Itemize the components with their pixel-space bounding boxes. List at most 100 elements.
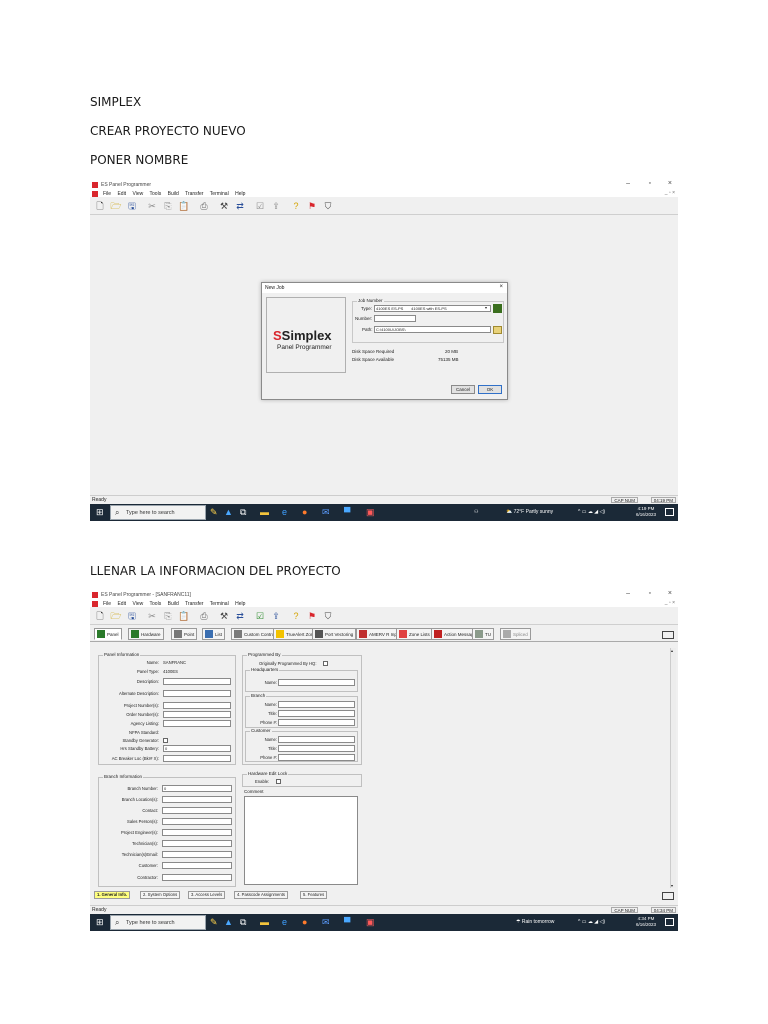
hq-name-input[interactable]	[278, 679, 355, 686]
check-icon[interactable]: ☑	[254, 200, 266, 212]
technician-input[interactable]	[162, 840, 232, 847]
taskbar-search-box[interactable]: ⌕ Type here to search	[110, 505, 206, 520]
browse-type-icon[interactable]	[493, 304, 502, 313]
menu-terminal[interactable]: Terminal	[210, 601, 229, 607]
tab-passcode-assignments[interactable]: 4. Passcode Assignments	[234, 891, 288, 899]
windows-start-icon[interactable]: ⊞	[96, 508, 104, 517]
maximize-icon[interactable]: ▫	[649, 180, 651, 187]
dialog-close-icon[interactable]: ×	[499, 284, 503, 290]
sales-person-input[interactable]	[162, 818, 232, 825]
contractor-input[interactable]	[162, 874, 232, 881]
app-icon-taskbar[interactable]: ▀	[344, 508, 350, 517]
app-icon-taskbar[interactable]: ▀	[344, 918, 350, 927]
alternate-description-input[interactable]	[163, 690, 231, 697]
open-folder-icon[interactable]: 🗁	[110, 610, 122, 622]
taskbar-clock[interactable]: 4:34 PM 6/16/2023	[636, 916, 656, 928]
firefox-icon[interactable]: ●	[302, 508, 307, 517]
customer-title-input[interactable]	[278, 745, 355, 752]
tab-access-levels[interactable]: 3. Access Levels	[188, 891, 226, 899]
comment-textarea[interactable]	[244, 796, 358, 885]
tab-features[interactable]: 5. Features	[300, 891, 328, 899]
tab-port-vectoring[interactable]: Port Vectoring	[312, 628, 357, 640]
menu-transfer[interactable]: Transfer	[185, 601, 203, 607]
file-explorer-icon[interactable]: ▬	[260, 508, 269, 517]
browse-folder-icon[interactable]	[493, 326, 502, 334]
panel-programmer-taskbar-icon[interactable]: ▣	[366, 918, 375, 927]
menu-tools[interactable]: Tools	[150, 191, 162, 197]
tab-point[interactable]: Point	[171, 628, 198, 640]
vertical-scrollbar[interactable]: ▴ ▾	[670, 648, 676, 888]
menu-tools[interactable]: Tools	[150, 601, 162, 607]
system-tray-icons[interactable]: ^ ▭ ☁ ◢ ◁)	[578, 919, 605, 925]
transfer-icon[interactable]: ⇄	[234, 200, 246, 212]
description-input[interactable]	[163, 678, 231, 685]
mdi-controls[interactable]: _ ▫ ×	[665, 190, 675, 196]
cut-icon[interactable]: ✂	[146, 200, 158, 212]
menu-terminal[interactable]: Terminal	[210, 191, 229, 197]
close-icon[interactable]: ×	[668, 590, 672, 597]
cut-icon[interactable]: ✂	[146, 610, 158, 622]
menu-help[interactable]: Help	[235, 191, 245, 197]
menu-edit[interactable]: Edit	[117, 191, 126, 197]
save-icon[interactable]: 🖫	[126, 200, 138, 212]
chevron-down-icon[interactable]: ▾	[485, 305, 487, 310]
menu-build[interactable]: Build	[168, 601, 179, 607]
branch-number-input[interactable]: 0	[162, 785, 232, 792]
copy-icon[interactable]: ⎘	[162, 200, 174, 212]
open-folder-icon[interactable]: 🗁	[110, 200, 122, 212]
new-file-icon[interactable]: 🗋	[94, 610, 106, 622]
contact-input[interactable]	[162, 807, 232, 814]
print-icon[interactable]: ⎙	[198, 610, 210, 622]
task-view-icon[interactable]: ⧉	[240, 918, 246, 927]
widget-icon[interactable]: ✎	[210, 918, 218, 927]
outlook-icon[interactable]: ✉	[322, 918, 330, 927]
check-icon[interactable]: ☑	[254, 610, 266, 622]
branch-name-input[interactable]	[278, 701, 355, 708]
export-icon[interactable]: ⇪	[270, 610, 282, 622]
menu-edit[interactable]: Edit	[117, 601, 126, 607]
notification-icon[interactable]	[665, 508, 674, 516]
notification-icon[interactable]	[665, 918, 674, 926]
widget-icon[interactable]: ✎	[210, 508, 218, 517]
person-icon[interactable]: ⚇	[474, 509, 478, 515]
save-icon[interactable]: 🖫	[126, 610, 138, 622]
restore-bottom-pane-icon[interactable]	[662, 892, 674, 900]
menu-help[interactable]: Help	[235, 601, 245, 607]
menu-view[interactable]: View	[132, 601, 143, 607]
menu-view[interactable]: View	[132, 191, 143, 197]
system-tray-icons[interactable]: ^ ▭ ☁ ◢ ◁)	[578, 509, 605, 515]
tab-panel[interactable]: Panel	[94, 628, 122, 640]
minimize-icon[interactable]: –	[626, 590, 630, 597]
project-engineer-input[interactable]	[162, 829, 232, 836]
help-icon[interactable]: ?	[290, 610, 302, 622]
tab-zone-lists[interactable]: Zone Lists	[396, 628, 433, 640]
technician-email-input[interactable]	[162, 851, 232, 858]
menu-file[interactable]: File	[103, 601, 111, 607]
windows-start-icon[interactable]: ⊞	[96, 918, 104, 927]
firefox-icon[interactable]: ●	[302, 918, 307, 927]
about-icon[interactable]: ⛉	[322, 610, 334, 622]
menu-build[interactable]: Build	[168, 191, 179, 197]
file-explorer-icon[interactable]: ▬	[260, 918, 269, 927]
task-view-icon[interactable]: ⧉	[240, 508, 246, 517]
help-icon[interactable]: ?	[290, 200, 302, 212]
edge-icon[interactable]: e	[282, 508, 287, 517]
about-icon[interactable]: ⛉	[322, 200, 334, 212]
contacts-icon[interactable]: ▲	[224, 508, 233, 517]
type-select[interactable]: 4100ES ES-PS 4100ES with ES-PS	[374, 305, 491, 312]
standby-generator-checkbox[interactable]	[163, 738, 168, 743]
tab-hardware[interactable]: Hardware	[128, 628, 164, 640]
taskbar-clock[interactable]: 4:19 PM 6/16/2023	[636, 506, 656, 518]
number-input[interactable]	[374, 315, 416, 322]
customer-input[interactable]	[162, 862, 232, 869]
scroll-down-icon[interactable]: ▾	[671, 883, 673, 888]
order-number-input[interactable]	[163, 711, 231, 718]
branch-phone-input[interactable]	[278, 719, 355, 726]
panel-programmer-taskbar-icon[interactable]: ▣	[366, 508, 375, 517]
edge-icon[interactable]: e	[282, 918, 287, 927]
taskbar-search-box[interactable]: ⌕ Type here to search	[110, 915, 206, 930]
cancel-button[interactable]: Cancel	[451, 385, 475, 394]
customer-phone-input[interactable]	[278, 754, 355, 761]
outlook-icon[interactable]: ✉	[322, 508, 330, 517]
branch-title-input[interactable]	[278, 710, 355, 717]
